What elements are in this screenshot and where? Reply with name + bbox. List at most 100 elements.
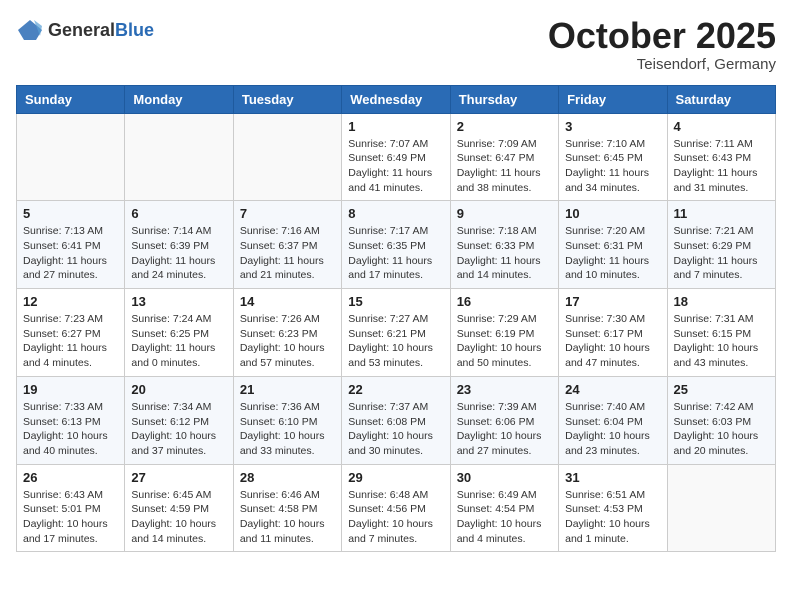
calendar-week-row: 1 Sunrise: 7:07 AMSunset: 6:49 PMDaylight… [17,113,776,201]
day-number: 14 [240,294,335,309]
day-number: 19 [23,382,118,397]
calendar-day-cell: 25 Sunrise: 7:42 AMSunset: 6:03 PMDayligh… [667,376,775,464]
day-number: 15 [348,294,443,309]
weekday-header-cell: Tuesday [233,85,341,113]
day-info: Sunrise: 7:11 AMSunset: 6:43 PMDaylight:… [674,137,769,196]
calendar-day-cell: 9 Sunrise: 7:18 AMSunset: 6:33 PMDaylight… [450,201,558,289]
weekday-header-cell: Saturday [667,85,775,113]
calendar-day-cell: 10 Sunrise: 7:20 AMSunset: 6:31 PMDayligh… [559,201,667,289]
day-info: Sunrise: 7:10 AMSunset: 6:45 PMDaylight:… [565,137,660,196]
logo-text-general: General [48,20,115,40]
day-number: 21 [240,382,335,397]
calendar-day-cell: 14 Sunrise: 7:26 AMSunset: 6:23 PMDayligh… [233,289,341,377]
calendar-day-cell: 27 Sunrise: 6:45 AMSunset: 4:59 PMDayligh… [125,464,233,552]
day-number: 22 [348,382,443,397]
day-info: Sunrise: 6:48 AMSunset: 4:56 PMDaylight:… [348,488,443,547]
day-info: Sunrise: 6:51 AMSunset: 4:53 PMDaylight:… [565,488,660,547]
calendar-day-cell: 11 Sunrise: 7:21 AMSunset: 6:29 PMDayligh… [667,201,775,289]
calendar-week-row: 19Sunrise: 7:33 AMSunset: 6:13 PMDayligh… [17,376,776,464]
day-info: Sunrise: 7:29 AMSunset: 6:19 PMDaylight:… [457,312,552,371]
calendar-day-cell: 8Sunrise: 7:17 AMSunset: 6:35 PMDaylight… [342,201,450,289]
page-header: GeneralBlue October 2025 Teisendorf, Ger… [16,16,776,73]
calendar-day-cell: 26 Sunrise: 6:43 AMSunset: 5:01 PMDayligh… [17,464,125,552]
day-info: Sunrise: 7:27 AMSunset: 6:21 PMDaylight:… [348,312,443,371]
day-info: Sunrise: 7:17 AMSunset: 6:35 PMDaylight:… [348,224,443,283]
day-info: Sunrise: 7:37 AMSunset: 6:08 PMDaylight:… [348,400,443,459]
calendar-day-cell: 17 Sunrise: 7:30 AMSunset: 6:17 PMDayligh… [559,289,667,377]
calendar-day-cell: 15 Sunrise: 7:27 AMSunset: 6:21 PMDayligh… [342,289,450,377]
calendar-day-cell [667,464,775,552]
day-info: Sunrise: 7:42 AMSunset: 6:03 PMDaylight:… [674,400,769,459]
calendar-day-cell: 28Sunrise: 6:46 AMSunset: 4:58 PMDayligh… [233,464,341,552]
day-info: Sunrise: 7:34 AMSunset: 6:12 PMDaylight:… [131,400,226,459]
day-number: 1 [348,119,443,134]
calendar-day-cell: 24 Sunrise: 7:40 AMSunset: 6:04 PMDayligh… [559,376,667,464]
day-info: Sunrise: 7:21 AMSunset: 6:29 PMDaylight:… [674,224,769,283]
day-number: 5 [23,206,118,221]
day-info: Sunrise: 7:26 AMSunset: 6:23 PMDaylight:… [240,312,335,371]
day-number: 27 [131,470,226,485]
day-number: 13 [131,294,226,309]
calendar-day-cell: 29 Sunrise: 6:48 AMSunset: 4:56 PMDayligh… [342,464,450,552]
calendar-table: SundayMondayTuesdayWednesdayThursdayFrid… [16,85,776,553]
day-number: 7 [240,206,335,221]
calendar-day-cell: 22 Sunrise: 7:37 AMSunset: 6:08 PMDayligh… [342,376,450,464]
calendar-day-cell: 3 Sunrise: 7:10 AMSunset: 6:45 PMDaylight… [559,113,667,201]
day-number: 4 [674,119,769,134]
calendar-location: Teisendorf, Germany [548,56,776,73]
calendar-day-cell: 23Sunrise: 7:39 AMSunset: 6:06 PMDayligh… [450,376,558,464]
day-number: 31 [565,470,660,485]
calendar-day-cell: 5 Sunrise: 7:13 AMSunset: 6:41 PMDaylight… [17,201,125,289]
day-info: Sunrise: 7:07 AMSunset: 6:49 PMDaylight:… [348,137,443,196]
calendar-day-cell: 19Sunrise: 7:33 AMSunset: 6:13 PMDayligh… [17,376,125,464]
day-info: Sunrise: 7:09 AMSunset: 6:47 PMDaylight:… [457,137,552,196]
calendar-day-cell: 31 Sunrise: 6:51 AMSunset: 4:53 PMDayligh… [559,464,667,552]
calendar-day-cell: 13 Sunrise: 7:24 AMSunset: 6:25 PMDayligh… [125,289,233,377]
day-info: Sunrise: 7:16 AMSunset: 6:37 PMDaylight:… [240,224,335,283]
logo-text-blue: Blue [115,20,154,40]
calendar-day-cell: 6 Sunrise: 7:14 AMSunset: 6:39 PMDaylight… [125,201,233,289]
day-info: Sunrise: 6:43 AMSunset: 5:01 PMDaylight:… [23,488,118,547]
calendar-day-cell: 18 Sunrise: 7:31 AMSunset: 6:15 PMDayligh… [667,289,775,377]
day-info: Sunrise: 7:24 AMSunset: 6:25 PMDaylight:… [131,312,226,371]
day-number: 25 [674,382,769,397]
calendar-day-cell: 21Sunrise: 7:36 AMSunset: 6:10 PMDayligh… [233,376,341,464]
day-info: Sunrise: 7:30 AMSunset: 6:17 PMDaylight:… [565,312,660,371]
calendar-week-row: 12Sunrise: 7:23 AMSunset: 6:27 PMDayligh… [17,289,776,377]
day-number: 2 [457,119,552,134]
day-info: Sunrise: 7:40 AMSunset: 6:04 PMDaylight:… [565,400,660,459]
calendar-day-cell: 1 Sunrise: 7:07 AMSunset: 6:49 PMDaylight… [342,113,450,201]
day-info: Sunrise: 7:18 AMSunset: 6:33 PMDaylight:… [457,224,552,283]
weekday-header-cell: Friday [559,85,667,113]
day-number: 26 [23,470,118,485]
calendar-day-cell: 16 Sunrise: 7:29 AMSunset: 6:19 PMDayligh… [450,289,558,377]
logo-icon [16,16,44,44]
day-number: 18 [674,294,769,309]
day-number: 23 [457,382,552,397]
day-number: 30 [457,470,552,485]
day-number: 6 [131,206,226,221]
day-number: 17 [565,294,660,309]
calendar-week-row: 26 Sunrise: 6:43 AMSunset: 5:01 PMDayligh… [17,464,776,552]
day-number: 9 [457,206,552,221]
day-number: 29 [348,470,443,485]
calendar-day-cell [233,113,341,201]
day-number: 16 [457,294,552,309]
day-info: Sunrise: 7:14 AMSunset: 6:39 PMDaylight:… [131,224,226,283]
day-info: Sunrise: 7:13 AMSunset: 6:41 PMDaylight:… [23,224,118,283]
day-number: 10 [565,206,660,221]
calendar-day-cell [17,113,125,201]
day-info: Sunrise: 7:20 AMSunset: 6:31 PMDaylight:… [565,224,660,283]
day-number: 3 [565,119,660,134]
weekday-header-cell: Monday [125,85,233,113]
day-number: 28 [240,470,335,485]
day-number: 11 [674,206,769,221]
weekday-header-cell: Sunday [17,85,125,113]
weekday-header-cell: Thursday [450,85,558,113]
day-info: Sunrise: 7:31 AMSunset: 6:15 PMDaylight:… [674,312,769,371]
day-number: 20 [131,382,226,397]
calendar-day-cell: 2 Sunrise: 7:09 AMSunset: 6:47 PMDaylight… [450,113,558,201]
day-info: Sunrise: 6:45 AMSunset: 4:59 PMDaylight:… [131,488,226,547]
calendar-body: 1 Sunrise: 7:07 AMSunset: 6:49 PMDaylight… [17,113,776,552]
day-number: 24 [565,382,660,397]
